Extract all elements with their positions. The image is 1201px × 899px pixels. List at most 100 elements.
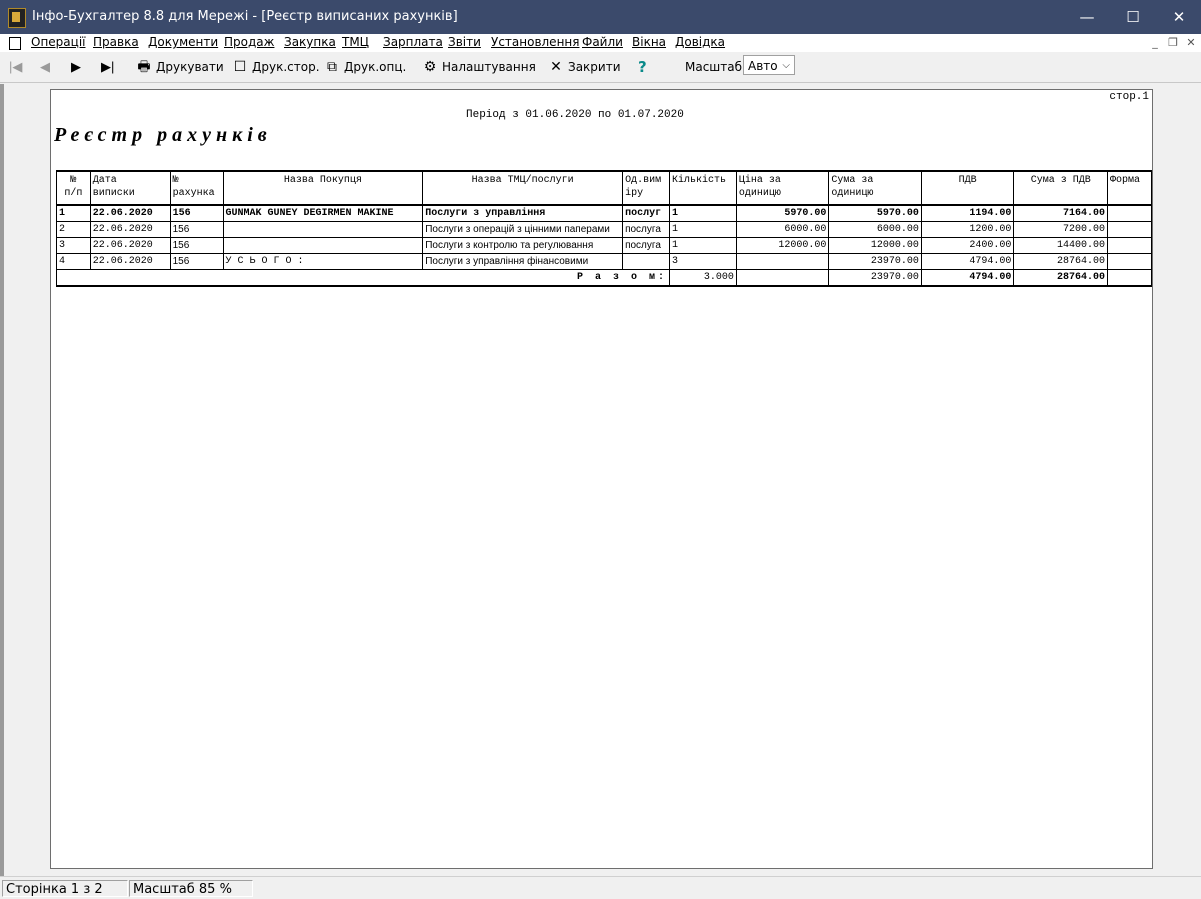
menu-sales[interactable]: Продаж <box>224 35 274 49</box>
menu-operations[interactable]: Операції <box>31 35 85 49</box>
cell-invoice: 156 <box>169 253 224 270</box>
header-goods: Назва ТМЦ/послуги <box>422 170 624 206</box>
close-icon: ✕ <box>550 59 562 75</box>
cell-vat: 4794.00 <box>920 253 1015 270</box>
zoom-select[interactable]: Авто ⌵ <box>743 55 795 75</box>
print-page-label: Друк.стор. <box>252 60 320 74</box>
cell-num: 2 <box>56 221 91 238</box>
menu-files[interactable]: Файли <box>582 35 623 49</box>
cell-form <box>1107 237 1152 254</box>
menu-bar: Операції Правка Документи Продаж Закупка… <box>0 34 1201 53</box>
cell-date: 22.06.2020 <box>89 221 171 238</box>
cell-date: 22.06.2020 <box>89 253 171 270</box>
left-shadow <box>0 84 4 876</box>
total-label: Р а з о м: <box>56 269 670 287</box>
cell-goods: Послуги з управління фінансовими <box>422 253 624 270</box>
cell-sum: 6000.00 <box>828 221 922 238</box>
cell-goods: Послуги з операцій з цінними паперами <box>422 221 624 238</box>
header-qty: Кількість <box>669 170 737 206</box>
app-icon <box>8 8 26 28</box>
cell-unit <box>622 253 670 270</box>
settings-icon: ⚙ <box>423 59 437 75</box>
toolbar: |◀ ◀ ▶ ▶| 🖶 Друкувати ☐ Друк.стор. ⧉ Друк.о… <box>0 52 1201 83</box>
settings-label: Налаштування <box>442 60 536 74</box>
menu-edit[interactable]: Правка <box>93 35 139 49</box>
minimize-button[interactable]: — <box>1064 0 1110 34</box>
next-page-icon[interactable]: ▶ <box>71 59 81 75</box>
menu-tmc[interactable]: ТМЦ <box>342 35 369 49</box>
total-row: Р а з о м: 3.000 23970.00 4794.00 28764.… <box>56 269 1152 287</box>
cell-form <box>1107 253 1152 270</box>
cell-unit: послуга <box>622 221 670 238</box>
menu-documents[interactable]: Документи <box>148 35 218 49</box>
print-page-button[interactable]: ☐ Друк.стор. <box>232 58 320 76</box>
first-page-icon[interactable]: |◀ <box>9 59 22 75</box>
header-sum: Сума за одиницю <box>828 170 922 206</box>
total-sum-vat: 28764.00 <box>1013 269 1109 287</box>
mdi-minimize-button[interactable]: _ <box>1146 34 1164 52</box>
cell-buyer <box>222 237 424 254</box>
header-invoice: № рахунка <box>169 170 224 206</box>
header-date: Дата виписки <box>89 170 171 206</box>
status-zoom: Масштаб 85 % <box>129 880 253 897</box>
menu-settings[interactable]: Установлення <box>491 35 579 49</box>
zoom-value: Авто <box>748 59 778 73</box>
pages-icon: ⧉ <box>327 59 337 75</box>
cell-num: 1 <box>56 205 91 222</box>
header-buyer: Назва Покупця <box>222 170 424 206</box>
table-row: 2 22.06.2020 156 Послуги з операцій з ці… <box>56 221 1152 238</box>
menu-reports[interactable]: Звіти <box>448 35 481 49</box>
total-vat: 4794.00 <box>920 269 1015 287</box>
table-row: 4 22.06.2020 156 У С Ь О Г О : Послуги з… <box>56 253 1152 270</box>
cell-num: 4 <box>56 253 91 270</box>
table-header: № п/п Дата виписки № рахунка Назва Покуп… <box>56 170 1152 206</box>
help-button[interactable]: ? <box>638 58 647 76</box>
close-window-button[interactable]: ✕ <box>1156 0 1201 34</box>
cell-form <box>1107 221 1152 238</box>
report-period: Період з 01.06.2020 по 01.07.2020 <box>466 109 684 121</box>
page-number: стор.1 <box>1109 91 1149 103</box>
mdi-close-button[interactable]: ✕ <box>1182 34 1200 52</box>
cell-sum-vat: 28764.00 <box>1013 253 1109 270</box>
header-num: № п/п <box>56 170 91 206</box>
print-options-label: Друк.опц. <box>344 60 407 74</box>
menu-purchases[interactable]: Закупка <box>284 35 336 49</box>
cell-vat: 1194.00 <box>920 205 1015 222</box>
cell-buyer: У С Ь О Г О : <box>222 253 424 270</box>
mdi-restore-button[interactable]: ❐ <box>1164 34 1182 52</box>
settings-button[interactable]: ⚙ Налаштування <box>422 58 536 76</box>
print-label: Друкувати <box>156 60 224 74</box>
cell-price: 6000.00 <box>735 221 830 238</box>
cell-goods: Послуги з управління <box>422 205 624 222</box>
header-unit: Од.вим іру <box>622 170 670 206</box>
menu-windows[interactable]: Вікна <box>632 35 666 49</box>
header-price: Ціна за одиницю <box>735 170 830 206</box>
cell-num: 3 <box>56 237 91 254</box>
help-icon: ? <box>638 58 647 76</box>
cell-invoice: 156 <box>169 221 224 238</box>
cell-invoice: 156 <box>169 205 224 222</box>
last-page-icon[interactable]: ▶| <box>101 59 114 75</box>
close-report-button[interactable]: ✕ Закрити <box>548 58 620 76</box>
invoice-table: № п/п Дата виписки № рахунка Назва Покуп… <box>56 170 1152 287</box>
menu-salary[interactable]: Зарплата <box>383 35 443 49</box>
total-form <box>1107 269 1152 287</box>
total-sum: 23970.00 <box>828 269 922 287</box>
print-button[interactable]: 🖶 Друкувати <box>136 58 224 76</box>
window-title: Інфо-Бухгалтер 8.8 для Мережі - [Реєстр … <box>32 9 458 24</box>
cell-qty: 1 <box>669 237 737 254</box>
maximize-button[interactable]: ☐ <box>1110 0 1156 34</box>
cell-sum: 5970.00 <box>828 205 922 222</box>
prev-page-icon[interactable]: ◀ <box>40 59 50 75</box>
print-options-button[interactable]: ⧉ Друк.опц. <box>324 58 406 76</box>
status-page: Сторінка 1 з 2 <box>2 880 128 897</box>
cell-buyer <box>222 221 424 238</box>
cell-vat: 1200.00 <box>920 221 1015 238</box>
header-form: Форма <box>1107 170 1152 206</box>
menu-help[interactable]: Довідка <box>675 35 725 49</box>
cell-form <box>1107 205 1152 222</box>
status-bar: Сторінка 1 з 2 Масштаб 85 % <box>0 876 1201 899</box>
document-icon[interactable] <box>9 37 21 50</box>
chevron-down-icon: ⌵ <box>782 60 790 71</box>
cell-date: 22.06.2020 <box>89 237 171 254</box>
